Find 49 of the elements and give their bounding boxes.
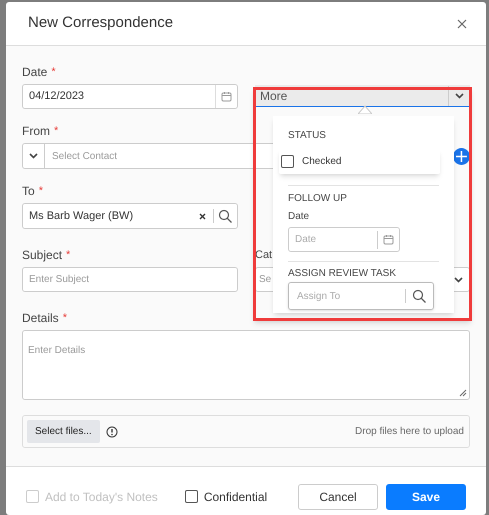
placeholder: Select Contact <box>51 150 118 164</box>
add-icon[interactable] <box>453 148 470 164</box>
search-icon[interactable] <box>218 208 233 224</box>
field-label: Date <box>22 64 48 81</box>
chevron-down-icon[interactable] <box>455 92 464 98</box>
search-icon[interactable] <box>412 288 427 304</box>
field-value: 04/12/2023 <box>29 89 86 104</box>
chevron-down-icon[interactable] <box>29 153 38 159</box>
window-title: New Correspondence <box>28 13 174 34</box>
resize-handle-icon[interactable] <box>459 389 467 397</box>
field-label: Details <box>22 310 59 327</box>
field-label: Date <box>288 210 310 224</box>
drop-hint: Drop files here to upload <box>355 425 464 439</box>
info-icon <box>106 426 118 438</box>
required-mark: * <box>38 186 43 196</box>
required-mark: * <box>54 126 58 136</box>
recipient-field[interactable]: Ms Barb Wager (BW) <box>22 203 238 229</box>
field-label: From <box>22 123 50 140</box>
placeholder: Se <box>259 273 272 287</box>
required-mark: * <box>62 312 67 324</box>
checkbox[interactable] <box>184 490 198 503</box>
checkbox-label: Confidential <box>204 488 268 506</box>
field-label: Subject <box>22 247 62 264</box>
calendar-icon[interactable] <box>383 234 394 245</box>
close-icon[interactable] <box>457 18 467 28</box>
section-heading: ASSIGN REVIEW TASK <box>288 267 397 281</box>
save-button[interactable]: Save <box>386 484 466 510</box>
placeholder: Assign To <box>297 290 342 304</box>
field-label: To <box>22 183 35 200</box>
upload-area[interactable]: Select files... Drop files here to upload <box>22 415 470 448</box>
placeholder: Date <box>295 233 318 247</box>
checkbox[interactable] <box>281 155 294 168</box>
date-picker-input[interactable]: 04/12/2023 <box>22 84 238 109</box>
clear-icon[interactable] <box>199 212 206 220</box>
placeholder: Enter Subject <box>29 273 90 287</box>
cancel-button[interactable]: Cancel <box>298 484 378 510</box>
required-mark: * <box>51 66 56 78</box>
placeholder: Enter Details <box>28 345 86 356</box>
select-files-button[interactable]: Select files... <box>27 420 100 443</box>
required-mark: * <box>66 250 70 260</box>
popup-pointer-icon <box>358 105 372 114</box>
field-label: Cat <box>255 248 272 263</box>
section-heading: FOLLOW UP <box>288 192 348 206</box>
checkbox-label: Add to Today's Notes <box>45 488 158 506</box>
section-heading: STATUS <box>288 129 327 143</box>
calendar-icon[interactable] <box>221 91 232 102</box>
checkbox-row[interactable]: Checked <box>279 149 440 174</box>
chevron-down-icon[interactable] <box>454 276 463 282</box>
field-value: Ms Barb Wager (BW) <box>29 208 134 224</box>
